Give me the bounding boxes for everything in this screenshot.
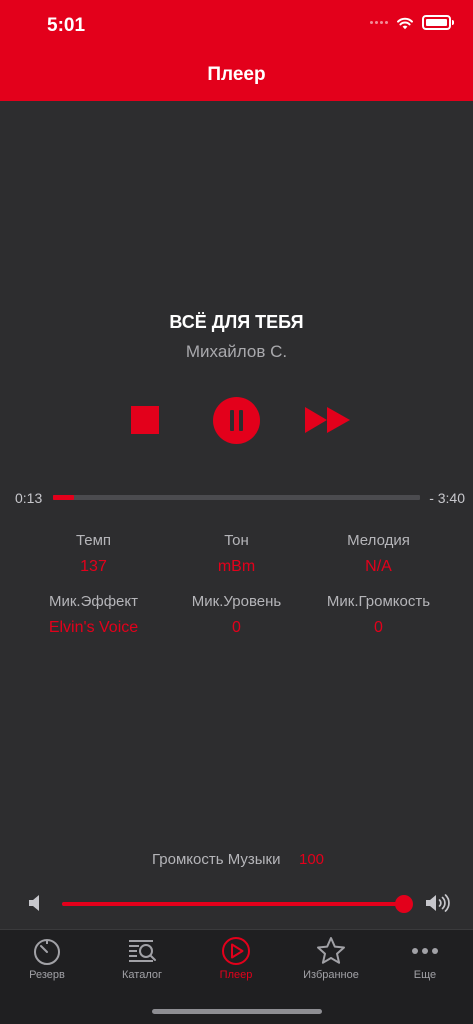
music-volume-slider[interactable] (62, 895, 413, 913)
tab-label: Резерв (29, 969, 65, 981)
tab-label: Еще (413, 969, 437, 981)
catalog-search-icon (129, 940, 156, 962)
timer-icon (34, 939, 60, 965)
volume-low-icon (29, 895, 39, 911)
pause-button[interactable] (213, 397, 260, 444)
cellular-signal-icon (370, 21, 388, 24)
stat-mic-effect[interactable]: Мик.Эффект Elvin's Voice (15, 592, 172, 637)
battery-icon (422, 15, 454, 30)
playback-progress-fill (53, 495, 75, 500)
music-volume-value: 100 (299, 851, 325, 868)
tab-favorites[interactable]: Избранное (284, 930, 378, 990)
stat-label: Тон (224, 532, 249, 549)
stat-label: Мик.Громкость (326, 593, 431, 610)
elapsed-time: 0:13 (15, 490, 43, 506)
stat-mic-volume[interactable]: Мик.Громкость 0 (300, 592, 457, 637)
stat-label: Мелодия (347, 532, 410, 549)
stat-melody: Мелодия N/A (300, 531, 457, 576)
volume-slider-thumb[interactable] (395, 895, 413, 913)
play-circle-icon (222, 937, 250, 965)
tab-more[interactable]: Еще (378, 930, 472, 990)
fast-forward-icon (305, 407, 350, 433)
stat-mic-level[interactable]: Мик.Уровень 0 (158, 592, 315, 637)
tab-label: Плеер (219, 969, 253, 981)
stat-tempo: Темп 137 (15, 531, 172, 576)
status-indicators (370, 15, 454, 30)
volume-high-icon (426, 894, 450, 912)
tab-catalog[interactable]: Каталог (95, 930, 189, 990)
tab-reserve[interactable]: Резерв (0, 930, 94, 990)
stat-label: Темп (75, 532, 112, 549)
home-indicator (152, 1009, 322, 1014)
stat-value: 0 (232, 619, 241, 636)
track-title: ВСЁ ДЛЯ ТЕБЯ (169, 312, 304, 332)
track-artist: Михайлов С. (185, 342, 288, 361)
wifi-icon (397, 17, 413, 29)
page-title: Плеер (207, 64, 266, 85)
status-time: 5:01 (47, 15, 86, 36)
tab-label: Избранное (303, 969, 359, 981)
more-dots-icon (412, 948, 438, 954)
stat-value: N/A (365, 558, 392, 575)
stat-value: 137 (80, 558, 107, 575)
stop-button[interactable] (131, 406, 159, 434)
stat-value: mBm (217, 558, 256, 575)
remaining-time: - 3:40 (429, 490, 465, 506)
playback-progress-bar[interactable] (53, 495, 420, 500)
stat-label: Мик.Уровень (191, 593, 282, 610)
tab-player[interactable]: Плеер (189, 930, 283, 990)
tab-label: Каталог (122, 969, 162, 981)
music-volume-label: Громкость Музыки (152, 851, 281, 868)
stat-value: 0 (374, 619, 383, 636)
stat-value: Elvin's Voice (48, 619, 139, 636)
volume-slider-fill (62, 902, 404, 906)
stat-label: Мик.Эффект (48, 593, 138, 610)
fast-forward-button[interactable] (304, 406, 351, 434)
header-bar: 5:01 Плеер (0, 0, 473, 101)
stat-key: Тон mBm (158, 531, 315, 576)
star-icon (317, 937, 345, 964)
